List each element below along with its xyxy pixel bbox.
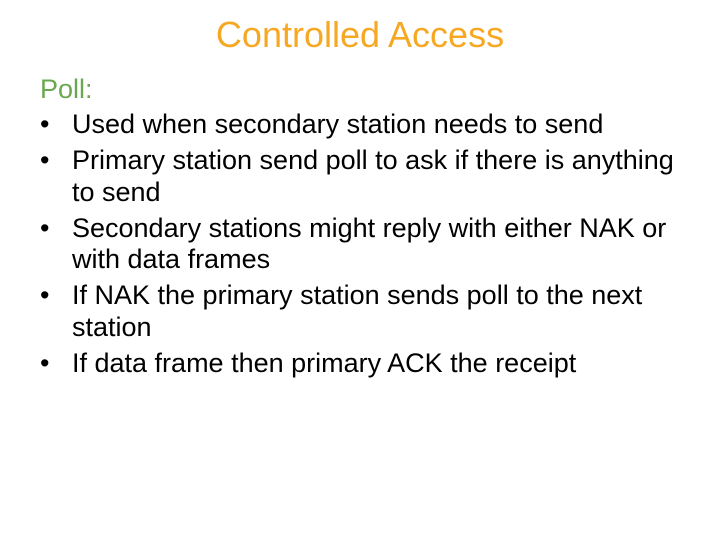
list-item: Secondary stations might reply with eith… — [40, 213, 680, 277]
list-item: If data frame then primary ACK the recei… — [40, 348, 680, 380]
bullet-list: Used when secondary station needs to sen… — [40, 109, 680, 380]
list-item: If NAK the primary station sends poll to… — [40, 280, 680, 344]
list-item: Primary station send poll to ask if ther… — [40, 145, 680, 209]
slide-title: Controlled Access — [40, 14, 680, 56]
slide-subheading: Poll: — [40, 74, 680, 105]
slide: Controlled Access Poll: Used when second… — [0, 0, 720, 540]
list-item: Used when secondary station needs to sen… — [40, 109, 680, 141]
